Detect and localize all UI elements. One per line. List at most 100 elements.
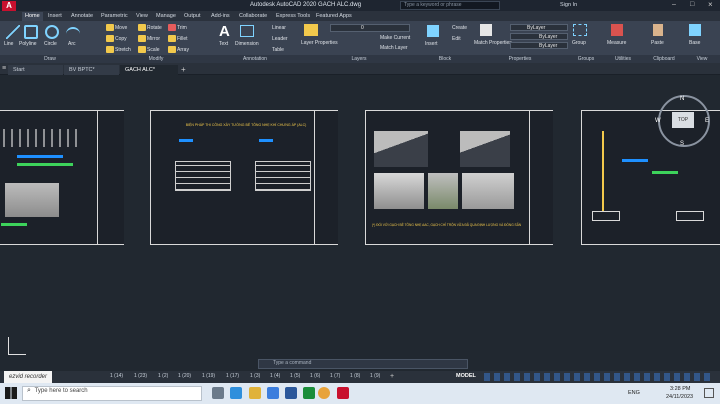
viewcube-north[interactable]: N bbox=[680, 96, 684, 102]
word-icon[interactable] bbox=[285, 387, 297, 399]
command-line[interactable]: Type a command bbox=[258, 359, 468, 369]
array-button[interactable]: Array bbox=[177, 47, 189, 53]
autocad-logo-icon[interactable]: A bbox=[2, 1, 16, 11]
circle-button[interactable]: Circle bbox=[44, 41, 57, 47]
drawing-canvas[interactable]: BIỆN PHÁP THI CÔNG XÂY TƯỜNG BÊ TÔNG NHẸ… bbox=[0, 75, 720, 371]
viewcube-south[interactable]: S bbox=[680, 141, 684, 147]
fillet-button[interactable]: Fillet bbox=[177, 36, 188, 42]
help-search-input[interactable]: Type a keyword or phrase bbox=[400, 1, 500, 10]
tab-view[interactable]: View bbox=[133, 12, 151, 21]
clipboard-panel-label[interactable]: Clipboard bbox=[644, 55, 684, 63]
table-button[interactable]: Table bbox=[272, 47, 284, 53]
tab-collaborate[interactable]: Collaborate bbox=[236, 12, 270, 21]
match-layer-button[interactable]: Match Layer bbox=[380, 45, 408, 51]
layout-tab[interactable]: 1 (9) bbox=[370, 373, 380, 379]
draw-panel-label[interactable]: Draw bbox=[0, 55, 100, 63]
menu-icon[interactable]: ≡ bbox=[2, 65, 6, 72]
dimension-button[interactable]: Dimension bbox=[235, 41, 259, 47]
base-view-button[interactable]: Base bbox=[689, 40, 700, 46]
mirror-button[interactable]: Mirror bbox=[147, 36, 160, 42]
viewcube-east[interactable]: E bbox=[705, 118, 709, 124]
model-space-button[interactable]: MODEL bbox=[456, 373, 476, 379]
polyline-icon[interactable] bbox=[24, 25, 38, 39]
store-icon[interactable] bbox=[267, 387, 279, 399]
language-indicator[interactable]: ENG bbox=[628, 390, 640, 396]
clock-date[interactable]: 24/11/2023 bbox=[666, 394, 693, 400]
line-button[interactable]: Line bbox=[4, 41, 13, 47]
line-icon[interactable] bbox=[6, 25, 20, 39]
trim-button[interactable]: Trim bbox=[177, 25, 187, 31]
layout-tab[interactable]: 1 (20) bbox=[178, 373, 191, 379]
rotate-button[interactable]: Rotate bbox=[147, 25, 162, 31]
layout-tab[interactable]: 1 (5) bbox=[290, 373, 300, 379]
scale-button[interactable]: Scale bbox=[147, 47, 160, 53]
text-button[interactable]: Text bbox=[219, 41, 228, 47]
linetype-dropdown[interactable]: ByLayer bbox=[510, 42, 568, 49]
layout-tab[interactable]: 1 (2) bbox=[158, 373, 168, 379]
arc-button[interactable]: Arc bbox=[68, 41, 76, 47]
create-block-button[interactable]: Create bbox=[452, 25, 467, 31]
file-tab-gach-alc[interactable]: GACH ALC* bbox=[120, 65, 178, 75]
move-button[interactable]: Move bbox=[115, 25, 127, 31]
sign-in-link[interactable]: Sign In bbox=[560, 2, 577, 8]
windows-start-icon[interactable] bbox=[5, 387, 17, 399]
layers-panel-label[interactable]: Layers bbox=[298, 55, 420, 63]
chrome-icon[interactable] bbox=[318, 387, 330, 399]
annotation-panel-label[interactable]: Annotation bbox=[212, 55, 298, 63]
layout-tab[interactable]: 1 (17) bbox=[226, 373, 239, 379]
color-dropdown[interactable]: ByLayer bbox=[510, 24, 568, 31]
add-layout-icon[interactable]: + bbox=[390, 373, 394, 380]
layer-properties-button[interactable]: Layer Properties bbox=[301, 40, 338, 46]
file-tab-bv-bptc[interactable]: BV BPTC* bbox=[64, 65, 119, 75]
lineweight-dropdown[interactable]: ByLayer bbox=[510, 33, 568, 40]
tab-express-tools[interactable]: Express Tools bbox=[273, 12, 313, 21]
layout-tab[interactable]: 1 (7) bbox=[330, 373, 340, 379]
leader-button[interactable]: Leader bbox=[272, 36, 288, 42]
file-tab-start[interactable]: Start bbox=[8, 65, 63, 75]
viewcube-top-face[interactable]: TOP bbox=[672, 112, 694, 128]
current-layer-dropdown[interactable]: 0 bbox=[330, 24, 410, 32]
layout-tab[interactable]: 1 (19) bbox=[202, 373, 215, 379]
paste-button[interactable]: Paste bbox=[651, 40, 664, 46]
layout-tab[interactable]: 1 (8) bbox=[350, 373, 360, 379]
new-tab-icon[interactable]: + bbox=[181, 65, 186, 74]
edge-icon[interactable] bbox=[230, 387, 242, 399]
file-explorer-icon[interactable] bbox=[249, 387, 261, 399]
tab-insert[interactable]: Insert bbox=[45, 12, 65, 21]
properties-panel-label[interactable]: Properties bbox=[470, 55, 570, 63]
insert-button[interactable]: Insert bbox=[425, 41, 438, 47]
tab-addins[interactable]: Add-ins bbox=[208, 12, 233, 21]
measure-button[interactable]: Measure bbox=[607, 40, 626, 46]
match-properties-button[interactable]: Match Properties bbox=[474, 40, 512, 46]
layout-tab[interactable]: 1 (3) bbox=[250, 373, 260, 379]
clock-time[interactable]: 3:28 PM bbox=[670, 386, 690, 392]
make-current-button[interactable]: Make Current bbox=[380, 35, 410, 41]
layout-tab[interactable]: 1 (4) bbox=[270, 373, 280, 379]
groups-panel-label[interactable]: Groups bbox=[570, 55, 602, 63]
autocad-taskbar-icon[interactable] bbox=[337, 387, 349, 399]
stretch-button[interactable]: Stretch bbox=[115, 47, 131, 53]
viewcube-west[interactable]: W bbox=[655, 118, 661, 124]
tab-output[interactable]: Output bbox=[181, 12, 204, 21]
modify-panel-label[interactable]: Modify bbox=[100, 55, 212, 63]
block-panel-label[interactable]: Block bbox=[420, 55, 470, 63]
group-button[interactable]: Group bbox=[572, 40, 586, 46]
tab-featured-apps[interactable]: Featured Apps bbox=[313, 12, 355, 21]
view-panel-label[interactable]: View bbox=[684, 55, 720, 63]
tab-home[interactable]: Home bbox=[22, 12, 43, 21]
edit-block-button[interactable]: Edit bbox=[452, 36, 461, 42]
excel-icon[interactable] bbox=[303, 387, 315, 399]
tab-manage[interactable]: Manage bbox=[153, 12, 179, 21]
layout-tab[interactable]: 1 (6) bbox=[310, 373, 320, 379]
layout-tab[interactable]: 1 (14) bbox=[110, 373, 123, 379]
notification-icon[interactable] bbox=[704, 388, 714, 398]
arc-icon[interactable] bbox=[66, 27, 80, 41]
polyline-button[interactable]: Polyline bbox=[19, 41, 37, 47]
taskbar-search-input[interactable]: ⌕ Type here to search bbox=[22, 386, 202, 401]
layout-tab[interactable]: 1 (23) bbox=[134, 373, 147, 379]
close-icon[interactable]: × bbox=[708, 0, 713, 9]
linear-button[interactable]: Linear bbox=[272, 25, 286, 31]
tab-annotate[interactable]: Annotate bbox=[68, 12, 96, 21]
tab-parametric[interactable]: Parametric bbox=[98, 12, 131, 21]
status-bar-toggles[interactable] bbox=[484, 373, 714, 381]
